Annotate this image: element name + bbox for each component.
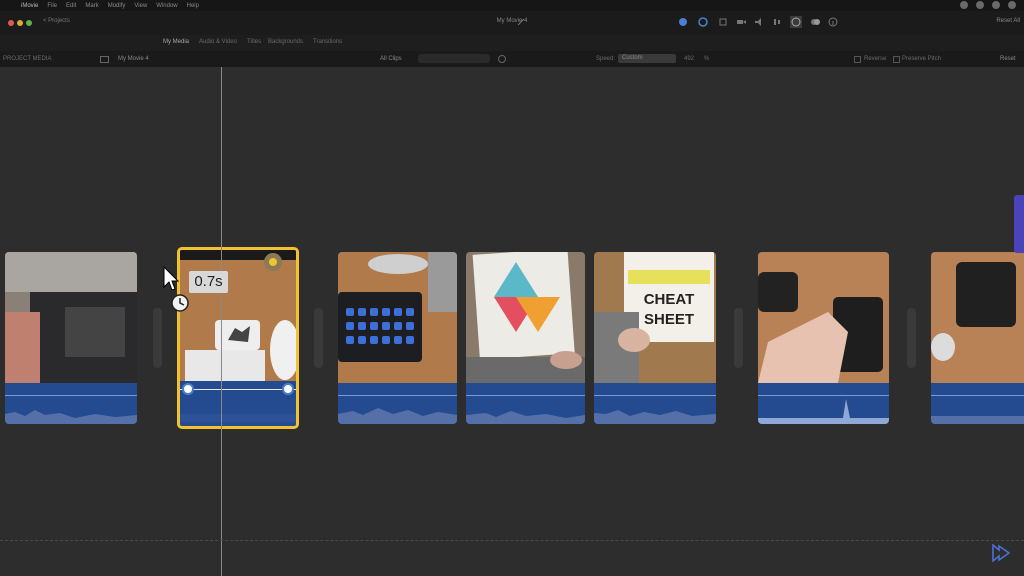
svg-text:SHEET: SHEET [644, 311, 694, 328]
status-icons [960, 1, 1016, 9]
clip-thumbnail [338, 252, 457, 383]
channel-logo-icon [992, 544, 1011, 562]
speed-label: Speed: [596, 56, 616, 62]
menu-edit[interactable]: Edit [66, 3, 76, 9]
tab-transitions[interactable]: Transitions [313, 39, 342, 45]
project-media-label: PROJECT MEDIA [3, 56, 52, 62]
reset-all-button[interactable]: Reset All [996, 18, 1020, 24]
menu-file[interactable]: File [47, 3, 57, 9]
video-clip[interactable] [758, 252, 889, 424]
sidebar-toggle-icon[interactable] [100, 56, 109, 63]
transition-marker[interactable] [153, 308, 162, 368]
side-panel-tab[interactable] [1014, 195, 1024, 253]
clip-thumbnail [931, 252, 1024, 383]
menu-help[interactable]: Help [187, 3, 199, 9]
color-balance-icon[interactable] [678, 17, 688, 27]
audio-waveform [758, 383, 889, 424]
menu-imovie[interactable]: iMovie [21, 3, 38, 9]
browser-tabs-bar: My Media Audio & Video Titles Background… [0, 35, 1024, 51]
adjustment-icons [678, 16, 838, 28]
settings-icon[interactable] [498, 55, 506, 63]
search-field[interactable] [418, 54, 490, 63]
preserve-pitch-checkbox[interactable] [893, 56, 900, 63]
mouse-cursor-icon [163, 266, 179, 291]
menu-view[interactable]: View [134, 3, 147, 9]
tab-my-media[interactable]: My Media [163, 39, 189, 45]
menu-modify[interactable]: Modify [108, 3, 126, 9]
clock-icon [171, 294, 189, 312]
tab-backgrounds[interactable]: Backgrounds [268, 39, 303, 45]
audio-waveform [338, 383, 457, 424]
audio-waveform [5, 383, 137, 424]
speed-duration-tooltip: 0.7s [189, 271, 228, 293]
status-icon[interactable] [1008, 1, 1016, 9]
status-icon[interactable] [976, 1, 984, 9]
clip-thumbnail [466, 252, 585, 383]
noise-reduction-icon[interactable] [772, 17, 782, 27]
clip-filter-icon[interactable] [810, 17, 820, 27]
transition-marker[interactable] [314, 308, 323, 368]
info-icon[interactable] [828, 17, 838, 27]
audio-waveform [180, 381, 296, 422]
reset-button[interactable]: Reset [1000, 56, 1016, 62]
speed-dropdown[interactable]: Custom [618, 54, 676, 63]
audio-waveform [931, 383, 1024, 424]
clips-filter-dropdown[interactable]: All Clips [380, 56, 402, 62]
tab-audio-video[interactable]: Audio & Video [199, 39, 237, 45]
color-correction-icon[interactable] [698, 17, 708, 27]
video-clip[interactable]: CHEAT SHEET [594, 252, 716, 424]
playhead[interactable] [221, 67, 222, 576]
speed-percent-field[interactable]: 492 [684, 56, 694, 62]
volume-icon[interactable] [754, 17, 764, 27]
menu-mark[interactable]: Mark [85, 3, 98, 9]
project-name: My Movie 4 [118, 56, 149, 62]
status-icon[interactable] [992, 1, 1000, 9]
menu-window[interactable]: Window [156, 3, 177, 9]
audio-fade-handle-right[interactable] [282, 383, 294, 395]
status-icon[interactable] [960, 1, 968, 9]
stabilization-icon[interactable] [736, 17, 746, 27]
speed-icon[interactable] [790, 16, 802, 28]
window-title: My Movie 4 [496, 18, 528, 24]
reverse-label: Reverse [864, 56, 887, 62]
svg-text:CHEAT: CHEAT [644, 291, 695, 308]
reverse-checkbox[interactable] [854, 56, 861, 63]
menu-bar: iMovie File Edit Mark Modify View Window… [0, 0, 1024, 11]
video-clip[interactable] [338, 252, 457, 424]
transition-marker[interactable] [734, 308, 743, 368]
audio-waveform [466, 383, 585, 424]
clip-thumbnail [180, 250, 296, 381]
toolbar: < Projects My Movie 4 Reset All [0, 11, 1024, 35]
audio-waveform [594, 383, 716, 424]
clip-thumbnail: CHEAT SHEET [594, 252, 716, 383]
video-clip[interactable] [466, 252, 585, 424]
video-clip[interactable] [5, 252, 137, 424]
tab-titles[interactable]: Titles [247, 39, 261, 45]
crop-icon[interactable] [718, 17, 728, 27]
audio-fade-handle-left[interactable] [182, 383, 194, 395]
clip-thumbnail [5, 252, 137, 383]
magic-wand-icon[interactable] [516, 17, 526, 27]
info-bar: PROJECT MEDIA My Movie 4 All Clips Speed… [0, 51, 1024, 67]
clip-thumbnail [758, 252, 889, 383]
background-track-divider [0, 540, 1024, 541]
transition-marker[interactable] [907, 308, 916, 368]
speed-percent-unit: % [704, 56, 710, 62]
video-clip[interactable] [931, 252, 1024, 424]
preserve-pitch-label: Preserve Pitch [902, 56, 942, 62]
